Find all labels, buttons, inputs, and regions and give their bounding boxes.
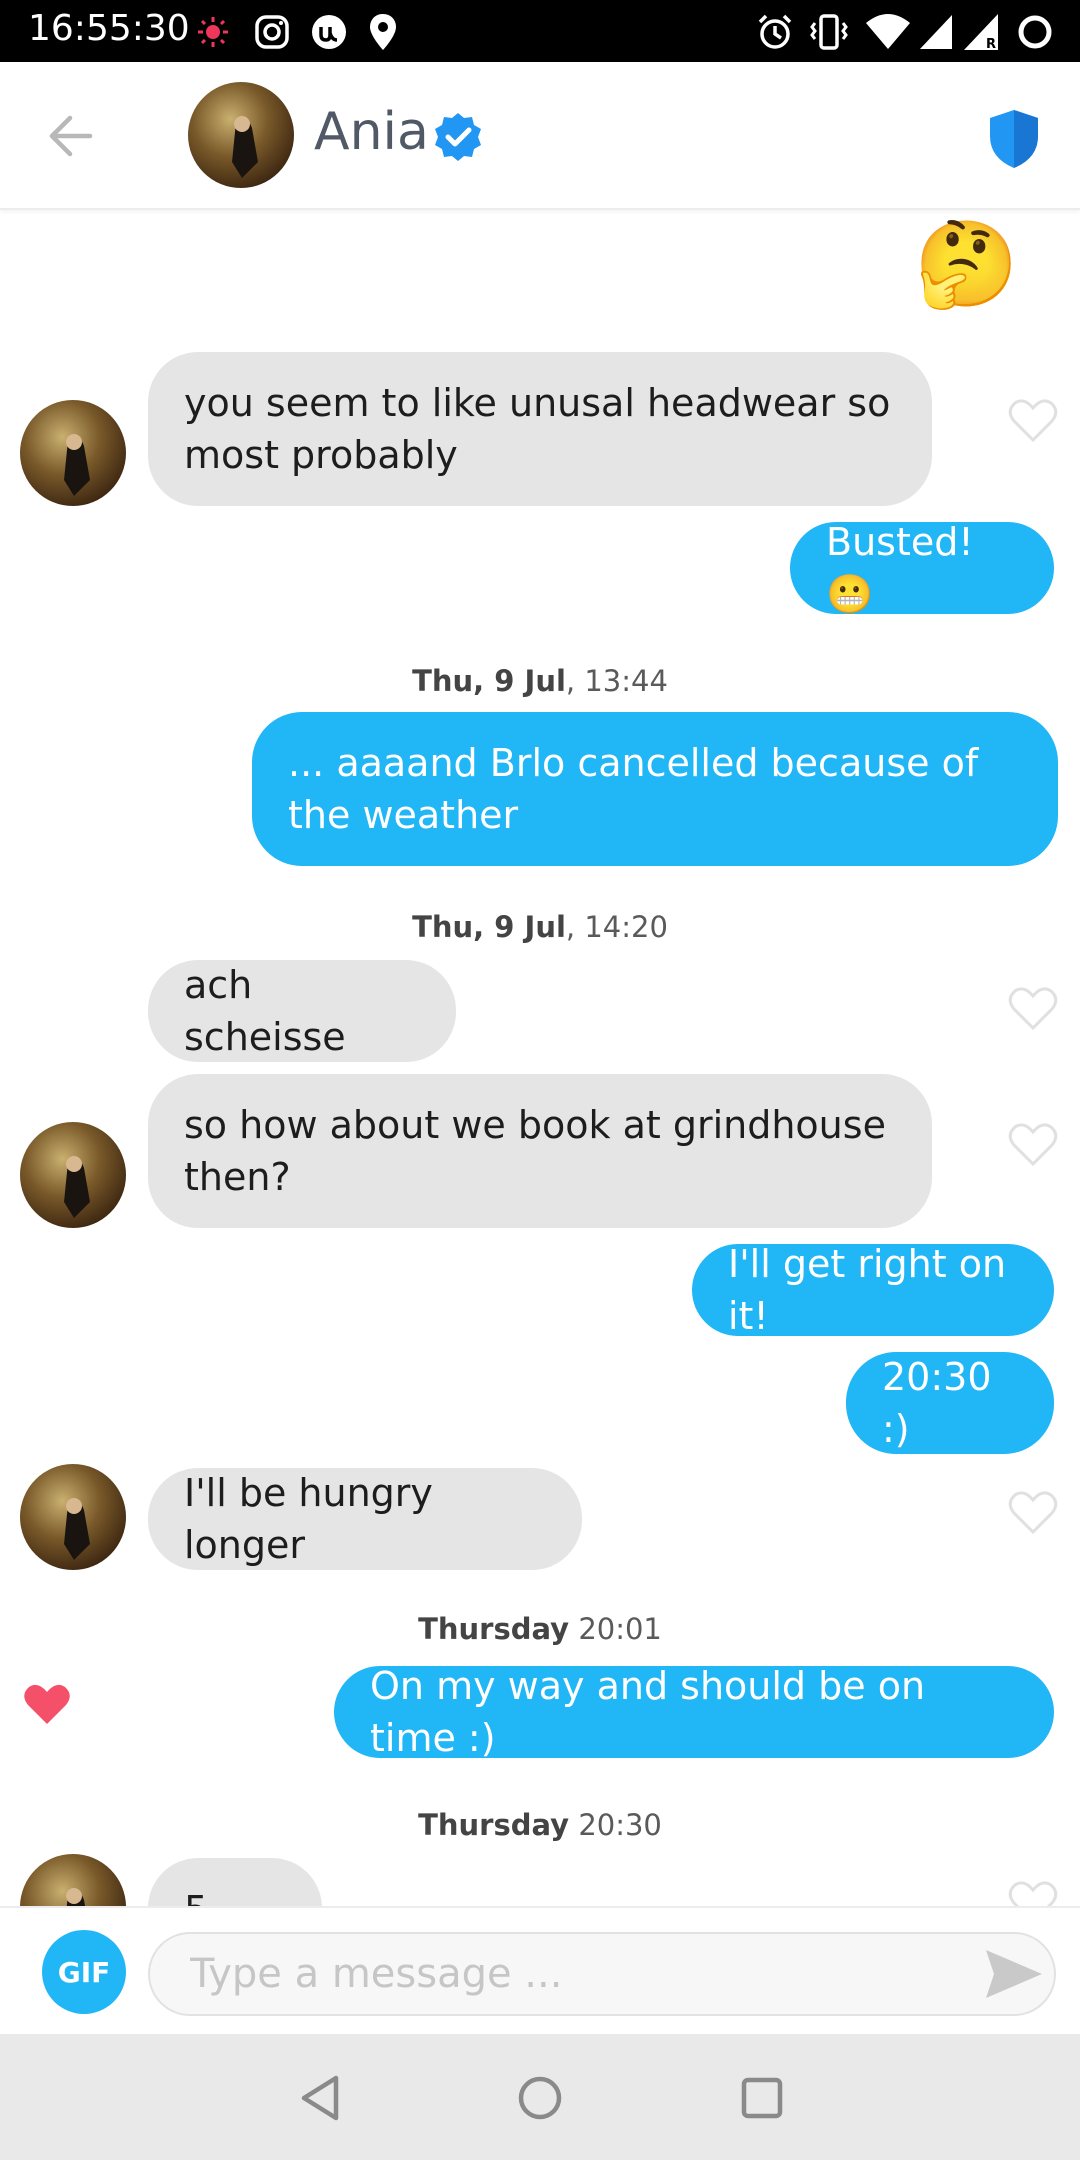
message-text: you seem to like unusal headwear so most… <box>184 381 891 477</box>
signal-icon <box>918 12 954 52</box>
liked-heart-icon[interactable] <box>22 1682 72 1728</box>
timestamp-day: Thursday <box>418 1612 570 1646</box>
outgoing-message[interactable]: 20:30 :) <box>846 1352 1054 1454</box>
contact-avatar-small[interactable] <box>20 1464 126 1570</box>
triangle-back-icon <box>301 2075 339 2121</box>
message-composer: GIF <box>0 1906 1080 2034</box>
square-recents-icon <box>741 2077 783 2119</box>
screen-record-icon <box>196 12 230 52</box>
signal-roaming-icon: R <box>962 12 1000 52</box>
timestamp: Thu, 9 Jul, 14:20 <box>412 910 668 944</box>
timestamp-time: 13:44 <box>584 664 668 698</box>
contact-avatar-small[interactable] <box>20 1854 126 1906</box>
instagram-icon <box>254 12 290 52</box>
message-text: I'll be hungry longer <box>184 1471 433 1567</box>
location-icon <box>368 12 398 52</box>
incoming-message[interactable]: so how about we book at grindhouse then? <box>148 1074 932 1228</box>
message-text: I'll get right on it! <box>728 1242 1007 1338</box>
like-heart-icon[interactable] <box>1008 1122 1058 1168</box>
circle-home-icon <box>518 2076 562 2120</box>
message-input[interactable] <box>148 1932 1056 2016</box>
nav-back-button[interactable] <box>292 2070 348 2126</box>
app-u-icon <box>310 12 348 52</box>
battery-saver-icon <box>1016 12 1054 52</box>
like-heart-icon[interactable] <box>1008 398 1058 444</box>
outgoing-message[interactable]: ... aaaand Brlo cancelled because of the… <box>252 712 1058 866</box>
status-time: 16:55:30 <box>28 8 190 49</box>
outgoing-message[interactable]: I'll get right on it! <box>692 1242 1054 1338</box>
message-text: On my way and should be on time :) <box>370 1664 926 1760</box>
status-bar: 16:55:30 R <box>0 0 1080 62</box>
contact-name[interactable]: Ania <box>314 102 429 162</box>
timestamp: Thursday 20:30 <box>0 1808 1080 1842</box>
incoming-message[interactable]: you seem to like unusal headwear so most… <box>148 352 932 506</box>
timestamp-time: 20:30 <box>578 1808 662 1842</box>
wifi-icon <box>864 12 912 52</box>
vibrate-icon <box>808 12 850 52</box>
timestamp-time: 20:01 <box>578 1612 662 1646</box>
message-text: 20:30 :) <box>882 1355 992 1451</box>
like-heart-icon[interactable] <box>1008 1490 1058 1536</box>
message-text: 5 min <box>184 1884 286 1906</box>
thinking-emoji: 🤔 <box>914 215 1019 313</box>
back-button[interactable] <box>40 108 100 164</box>
back-arrow-icon <box>49 115 93 157</box>
nav-home-button[interactable] <box>512 2070 568 2126</box>
message-text: ach scheisse <box>184 963 346 1059</box>
safety-shield-button[interactable] <box>986 108 1042 170</box>
send-button[interactable] <box>984 1948 1044 2000</box>
timestamp: Thu, 9 Jul, 13:44 <box>412 664 668 698</box>
timestamp-day: Thursday <box>418 1808 570 1842</box>
message-text: ... aaaand Brlo cancelled because of the… <box>288 741 979 837</box>
send-icon <box>986 1950 1042 1998</box>
svg-text:R: R <box>986 37 996 52</box>
chat-header: Ania <box>0 62 1080 210</box>
android-nav-bar <box>0 2034 1080 2160</box>
message-text: Busted! 😬 <box>826 520 974 616</box>
contact-avatar[interactable] <box>188 82 294 188</box>
timestamp-time: 14:20 <box>584 910 668 944</box>
message-text: so how about we book at grindhouse then? <box>184 1103 886 1199</box>
timestamp: Thursday 20:01 <box>0 1612 1080 1646</box>
nav-recents-button[interactable] <box>734 2070 790 2126</box>
shield-icon <box>990 110 1038 168</box>
message-list[interactable]: 🤔 you seem to like unusal headwear so mo… <box>0 212 1080 1906</box>
contact-avatar-small[interactable] <box>20 400 126 506</box>
alarm-icon <box>756 12 794 52</box>
like-heart-icon[interactable] <box>1008 986 1058 1032</box>
contact-avatar-small[interactable] <box>20 1122 126 1228</box>
incoming-message[interactable]: ach scheisse <box>148 960 456 1062</box>
incoming-message[interactable]: I'll be hungry longer <box>148 1468 582 1570</box>
gif-button[interactable]: GIF <box>42 1930 126 2014</box>
outgoing-message[interactable]: On my way and should be on time :) <box>334 1664 1054 1760</box>
incoming-message[interactable]: 5 min <box>148 1858 322 1906</box>
like-heart-icon[interactable] <box>1008 1880 1058 1906</box>
outgoing-message[interactable]: Busted! 😬 <box>790 520 1054 616</box>
timestamp-day: Thu, 9 Jul <box>412 664 566 698</box>
verified-badge-icon <box>432 111 484 163</box>
timestamp-day: Thu, 9 Jul <box>412 910 566 944</box>
